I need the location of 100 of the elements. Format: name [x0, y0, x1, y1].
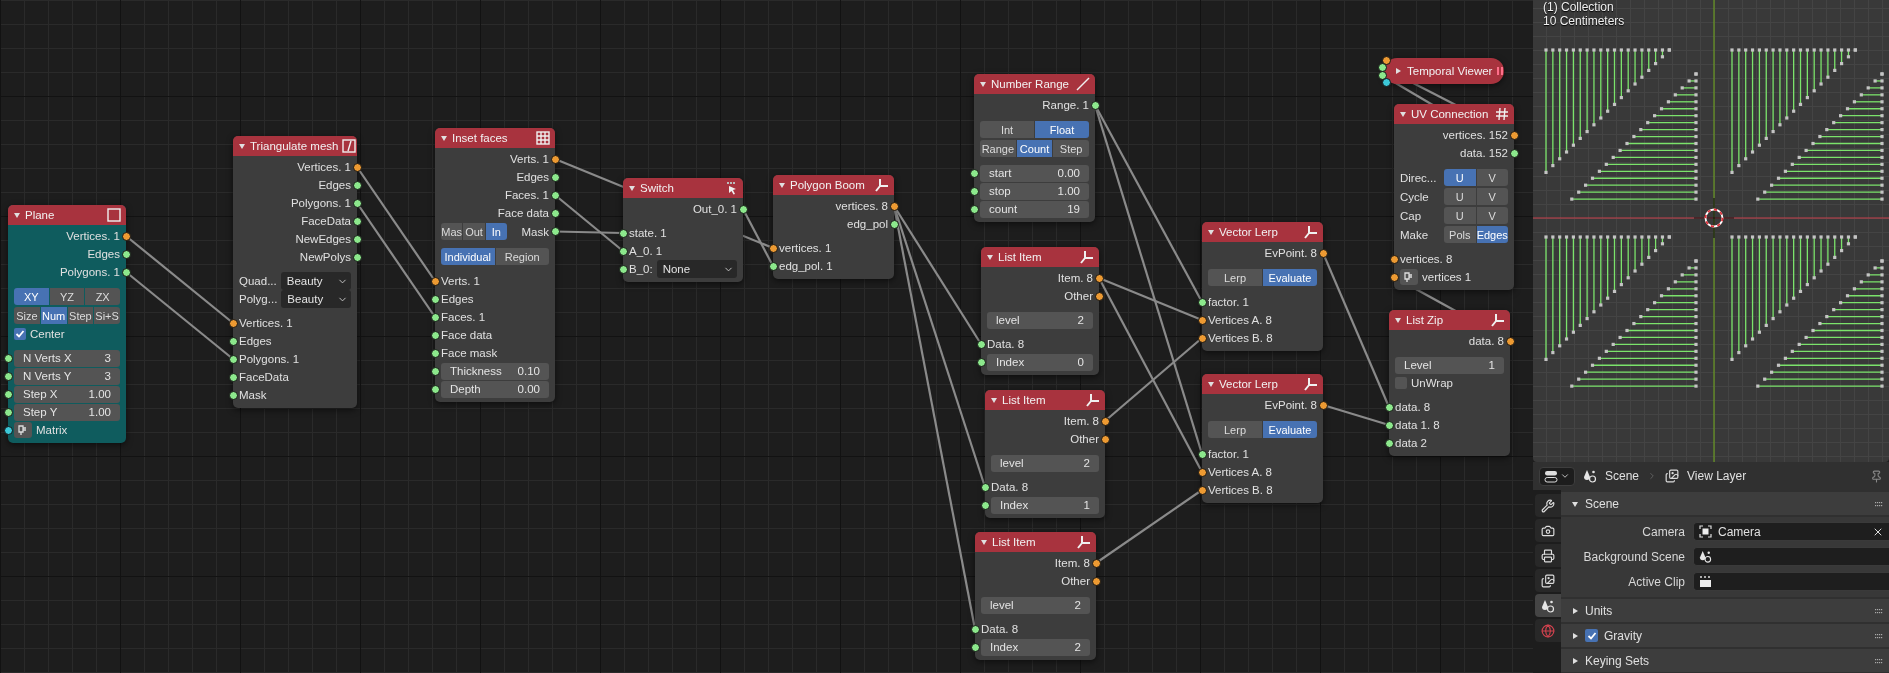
segment-button[interactable]: In [485, 223, 507, 240]
segment-button[interactable]: Num [40, 307, 67, 324]
node-header[interactable]: Polygon Boom [773, 175, 894, 195]
socket-label: vertices. 1 [779, 242, 832, 254]
segment-button[interactable]: Lerp [1208, 421, 1262, 438]
field-label: Camera [1641, 524, 1685, 539]
segment-button[interactable]: Range [980, 140, 1016, 157]
segment-button[interactable]: U [1444, 188, 1476, 205]
node-title: Inset faces [452, 132, 509, 144]
number-field[interactable]: Index 0 [987, 353, 1093, 371]
segment-button[interactable]: Si+S [94, 307, 120, 324]
segment-button[interactable]: Step [67, 307, 94, 324]
node-panel[interactable]: List Zip data. 8 Level 1 UnWrap data. 8 data 1. 8 data 2 [1389, 310, 1510, 456]
3d-viewport[interactable]: (1) Collection 10 Centimeters [1533, 0, 1889, 462]
row-label: Make [1400, 228, 1430, 241]
node-header[interactable]: Switch [623, 178, 743, 198]
segment-button[interactable]: V [1476, 169, 1508, 186]
number-field[interactable]: start 0.00 [980, 164, 1089, 182]
segment-button[interactable]: Count [1016, 140, 1053, 157]
panel-title: Scene [1585, 496, 1620, 511]
object-field[interactable]: Camera [1693, 522, 1889, 541]
node-header[interactable]: Vector Lerp [1202, 222, 1323, 242]
segment-button[interactable]: Out [463, 223, 485, 240]
socket-label: Vertices B. 8 [1208, 332, 1273, 344]
node-panel[interactable]: Polygon Boom vertices. 8 edg_pol vertices. 1 edg_pol. 1 [773, 175, 894, 279]
node-header[interactable]: Plane [8, 205, 126, 225]
segment-button[interactable]: XY [14, 288, 49, 305]
segment-button[interactable]: Individual [441, 248, 495, 265]
node-header[interactable]: Number Range [974, 74, 1095, 94]
number-field[interactable]: Step X 1.00 [14, 385, 120, 403]
number-field[interactable]: level 2 [987, 311, 1093, 329]
panel-header[interactable]: Gravity [1561, 624, 1889, 647]
segment-button[interactable]: Mas [441, 223, 463, 240]
breadcrumb-label[interactable]: Scene [1605, 469, 1640, 483]
panel-header[interactable]: Scene [1561, 492, 1889, 515]
collapsed-node[interactable]: Temporal Viewer [1384, 58, 1504, 84]
segment-button[interactable]: Step [1053, 140, 1089, 157]
node-panel[interactable]: Inset faces Verts. 1 Edges Faces. 1 Face data Mas Out In Mask Individual Region Verts. 1 Edges Faces. 1 Face data Face mask Thickness 0.10 Depth 0.00 [435, 128, 555, 402]
segment-button[interactable]: ZX [85, 288, 120, 305]
socket-label: factor. 1 [1208, 448, 1249, 460]
segment-button[interactable]: V [1476, 188, 1508, 205]
socket-label: vertices. 8 [835, 200, 888, 212]
node-header[interactable]: List Zip [1389, 310, 1510, 330]
number-field[interactable]: Depth 0.00 [441, 380, 549, 398]
dropdown-label: B_0: [629, 263, 653, 275]
socket-label: factor. 1 [1208, 296, 1249, 308]
segment-button[interactable]: Float [1035, 121, 1089, 138]
segment-button[interactable]: Edges [1476, 226, 1508, 243]
number-field[interactable]: stop 1.00 [980, 182, 1089, 200]
segment-button[interactable]: V [1476, 207, 1508, 224]
socket-label: Mask [239, 389, 267, 401]
segment-button[interactable]: Lerp [1208, 269, 1262, 286]
segment-button[interactable]: Region [495, 248, 549, 265]
segment-button[interactable]: U [1444, 169, 1476, 186]
segment-button[interactable]: Pols [1444, 226, 1476, 243]
segment-button[interactable]: Size [14, 307, 40, 324]
number-field[interactable]: Step Y 1.00 [14, 403, 120, 421]
node-header[interactable]: Inset faces [435, 128, 555, 148]
segment-button[interactable]: Evaluate [1263, 421, 1317, 438]
dropdown[interactable]: Beauty [280, 272, 351, 290]
number-field[interactable]: level 2 [981, 596, 1090, 614]
segment-button[interactable]: Evaluate [1263, 269, 1317, 286]
node-panel[interactable]: Switch Out_0. 1 state. 1 A_0. 1 B_0: None [623, 178, 743, 282]
node-panel[interactable]: Vector Lerp EvPoint. 8 Lerp Evaluate factor. 1 Vertices A. 8 Vertices B. 8 [1202, 222, 1323, 351]
panel-header[interactable]: Keying Sets [1561, 649, 1889, 672]
node-panel[interactable]: List Item Item. 8 Other level 2 Data. 8 Index 1 [985, 390, 1105, 518]
number-field[interactable]: Index 2 [981, 638, 1090, 656]
node-panel[interactable]: UV Connection vertices. 152 data. 152 Direc... U V Cycle U V Cap U V Make Pols Edges vertices. 8 vertices 1 [1394, 104, 1514, 290]
node-panel[interactable]: Number Range Range. 1 Int Float Range Count Step start 0.00 stop 1.00 count 19 [974, 74, 1095, 222]
node-header[interactable]: Vector Lerp [1202, 374, 1323, 394]
socket-label: Item. 8 [1054, 557, 1090, 569]
segment-button[interactable]: Int [980, 121, 1034, 138]
node-header[interactable]: UV Connection [1394, 104, 1514, 124]
row-label: Cap [1400, 209, 1423, 222]
field-label: Background Scene [1582, 549, 1685, 564]
number-field[interactable]: count 19 [980, 200, 1089, 218]
number-field[interactable]: N Verts Y 3 [14, 367, 120, 385]
node-panel[interactable]: Plane Vertices. 1 Edges Polygons. 1 XY YZ ZX Size Num Step Si+S Center N Verts X 3 N Verts Y 3 Step X 1.00 Step Y 1.00 Matrix [8, 205, 126, 443]
segment-button[interactable]: YZ [49, 288, 85, 305]
segment-button[interactable]: U [1444, 207, 1476, 224]
number-field[interactable]: N Verts X 3 [14, 349, 120, 367]
panel-title: Gravity [1604, 628, 1642, 643]
socket-label: Vertices A. 8 [1208, 466, 1272, 478]
dropdown[interactable]: None [656, 260, 737, 278]
dropdown[interactable]: Beauty [281, 290, 351, 308]
number-field[interactable]: level 2 [991, 454, 1099, 472]
number-field[interactable]: Index 1 [991, 496, 1099, 514]
node-panel[interactable]: Vector Lerp EvPoint. 8 Lerp Evaluate factor. 1 Vertices A. 8 Vertices B. 8 [1202, 374, 1323, 503]
breadcrumb-label[interactable]: View Layer [1687, 469, 1747, 483]
number-field[interactable]: Level 1 [1395, 356, 1504, 374]
number-field[interactable]: Thickness 0.10 [441, 362, 549, 380]
node-panel[interactable]: Triangulate mesh Vertices. 1 Edges Polygons. 1 FaceData NewEdges NewPolys Quad... Beauty Polyg... Beauty Vertices. 1 Edges Polygons. 1 FaceData Mask [233, 136, 357, 408]
node-header[interactable]: Triangulate mesh [233, 136, 357, 156]
node-header[interactable]: List Item [981, 247, 1099, 267]
panel-header[interactable]: Units [1561, 599, 1889, 622]
node-panel[interactable]: List Item Item. 8 Other level 2 Data. 8 Index 0 [981, 247, 1099, 375]
socket-label: Other [1061, 575, 1090, 587]
node-header[interactable]: List Item [985, 390, 1105, 410]
node-panel[interactable]: List Item Item. 8 Other level 2 Data. 8 Index 2 [975, 532, 1096, 660]
node-header[interactable]: List Item [975, 532, 1096, 552]
